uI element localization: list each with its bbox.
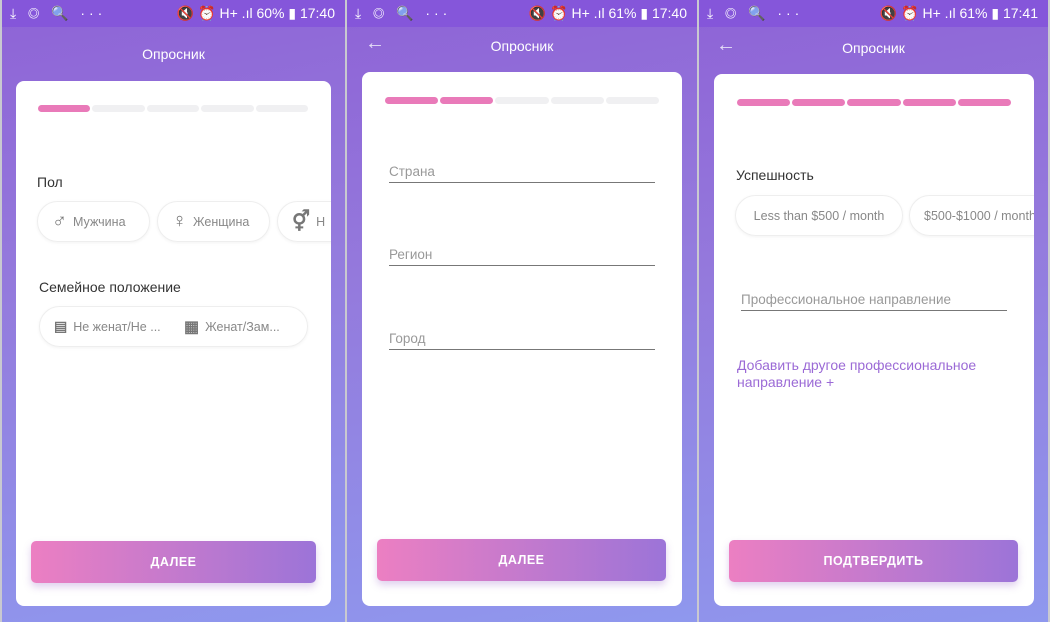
page-title: Опросник — [142, 46, 205, 62]
gender-female-chip[interactable]: ♀ Женщина — [157, 201, 270, 242]
profession-field[interactable]: Профессиональное направление — [741, 292, 1007, 311]
page-title: Опросник — [490, 38, 554, 54]
status-icons-right: 🔇 ⏰ H+ .ıl 61% ▮ 17:41 — [879, 5, 1038, 21]
option-label: Женат/Зам... — [205, 319, 280, 334]
chip-label: Н — [316, 214, 326, 229]
city-field[interactable]: Город — [389, 331, 655, 350]
page-title: Опросник — [842, 40, 905, 56]
status-icons-right: 🔇 ⏰ H+ .ıl 61% ▮ 17:40 — [528, 5, 687, 21]
screen-2: ⤓ ◎ 🔍 ··· 🔇 ⏰ H+ .ıl 61% ▮ 17:40 ← Опросн… — [347, 0, 697, 622]
next-button[interactable]: ДАЛЕЕ — [377, 539, 666, 581]
chip-label: Мужчина — [73, 214, 126, 229]
survey-card: Успешность Less than $500 / month $500-$… — [714, 74, 1034, 606]
progress-bar — [737, 99, 1012, 106]
male-icon: ♂ — [52, 210, 67, 232]
success-label: Успешность — [736, 167, 814, 183]
progress-bar — [385, 97, 660, 104]
gender-label: Пол — [37, 174, 63, 190]
screen-3: ⤓ ◎ 🔍 ··· 🔇 ⏰ H+ .ıl 61% ▮ 17:41 ← Опросн… — [699, 0, 1048, 622]
option-label: Не женат/Не ... — [73, 319, 161, 334]
region-field[interactable]: Регион — [389, 247, 655, 266]
marital-single-option[interactable]: ▤ Не женат/Не ... — [54, 318, 184, 335]
marital-label: Семейное положение — [39, 279, 181, 295]
status-icons-left: ⤓ ◎ 🔍 ··· — [707, 5, 804, 21]
progress-bar — [38, 105, 309, 112]
status-icons-left: ⤓ ◎ 🔍 ··· — [355, 5, 452, 21]
screen-1: ⤓ ◎ 🔍 ··· 🔇 ⏰ H+ .ıl 60% ▮ 17:40 Опросник… — [2, 0, 345, 622]
status-bar: ⤓ ◎ 🔍 ··· 🔇 ⏰ H+ .ıl 61% ▮ 17:40 — [347, 0, 697, 27]
status-bar: ⤓ ◎ 🔍 ··· 🔇 ⏰ H+ .ıl 60% ▮ 17:40 — [2, 0, 345, 27]
survey-card: Страна Регион Город ДАЛЕЕ — [362, 72, 682, 606]
income-option-chip[interactable]: Less than $500 / month — [735, 195, 903, 236]
confirm-button[interactable]: ПОДТВЕРДИТЬ — [729, 540, 1018, 582]
double-bed-icon: ▦ — [184, 318, 200, 336]
status-icons-left: ⤓ ◎ 🔍 ··· — [10, 5, 107, 21]
chip-label: Женщина — [193, 214, 250, 229]
next-button[interactable]: ДАЛЕЕ — [31, 541, 316, 583]
status-bar: ⤓ ◎ 🔍 ··· 🔇 ⏰ H+ .ıl 61% ▮ 17:41 — [699, 0, 1048, 27]
survey-card: Пол ♂ Мужчина ♀ Женщина ⚥ Н Семейное положе… — [16, 81, 331, 606]
other-gender-icon: ⚥ — [292, 211, 311, 233]
marital-status-group: ▤ Не женат/Не ... ▦ Женат/Зам... — [39, 306, 308, 347]
marital-married-option[interactable]: ▦ Женат/Зам... — [184, 317, 280, 337]
single-bed-icon: ▤ — [54, 318, 68, 334]
status-icons-right: 🔇 ⏰ H+ .ıl 60% ▮ 17:40 — [176, 5, 335, 21]
gender-other-chip[interactable]: ⚥ Н — [277, 201, 331, 242]
gender-male-chip[interactable]: ♂ Мужчина — [37, 201, 150, 242]
female-icon: ♀ — [172, 210, 187, 232]
add-profession-link[interactable]: Добавить другое профессиональное направл… — [737, 357, 1007, 391]
country-field[interactable]: Страна — [389, 164, 655, 183]
income-option-chip[interactable]: $500-$1000 / month — [909, 195, 1034, 236]
